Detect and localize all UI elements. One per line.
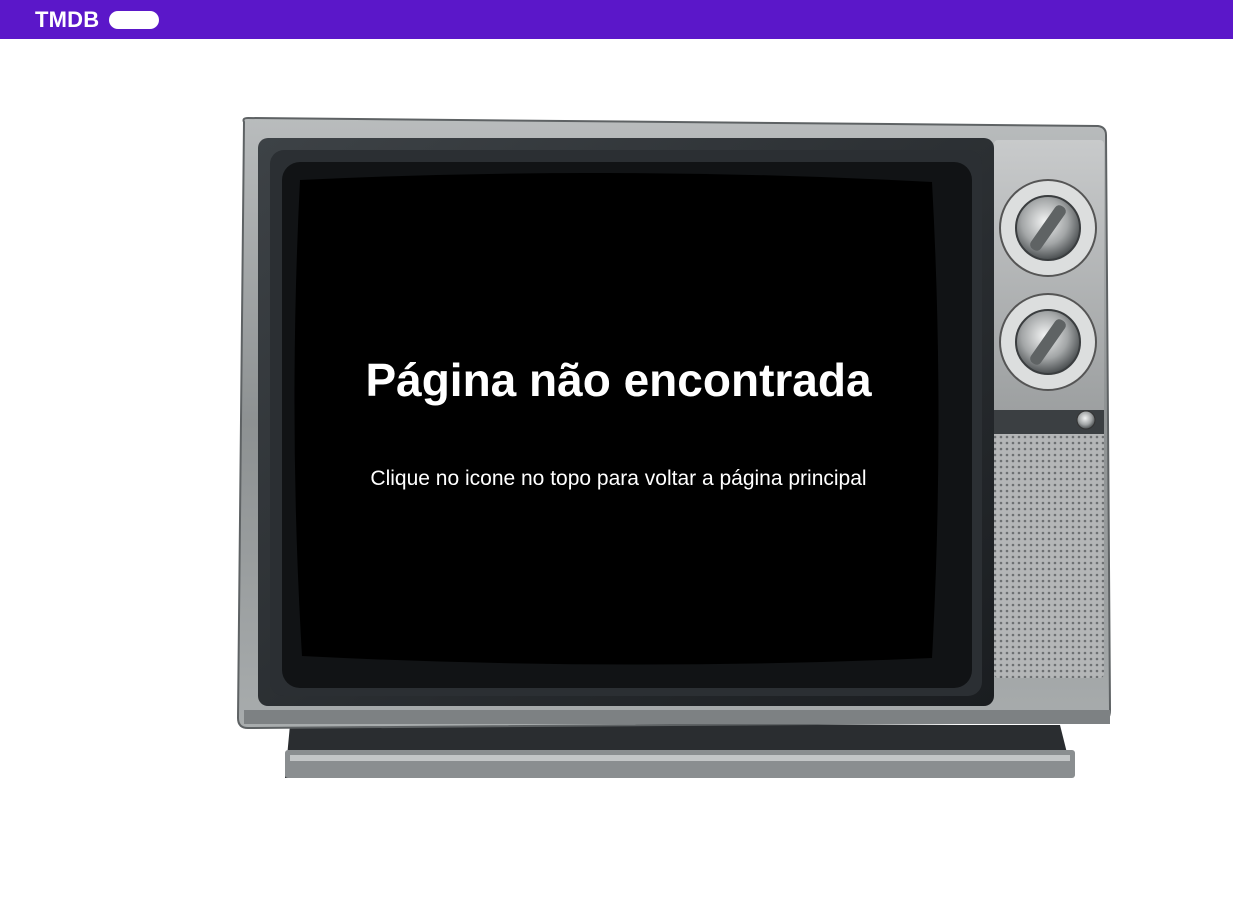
help-message: Clique no icone no topo para voltar a pá… — [370, 467, 867, 490]
logo-text: TMDB — [35, 7, 100, 32]
home-logo-link[interactable]: TMDB — [35, 5, 160, 34]
page-title: Página não encontrada — [365, 354, 872, 406]
not-found-illustration: Página não encontrada Clique no icone no… — [230, 110, 1120, 790]
top-navbar: TMDB — [0, 0, 1233, 39]
tv-screen-content: Página não encontrada Clique no icone no… — [300, 170, 937, 660]
logo-pill-icon — [109, 10, 160, 29]
